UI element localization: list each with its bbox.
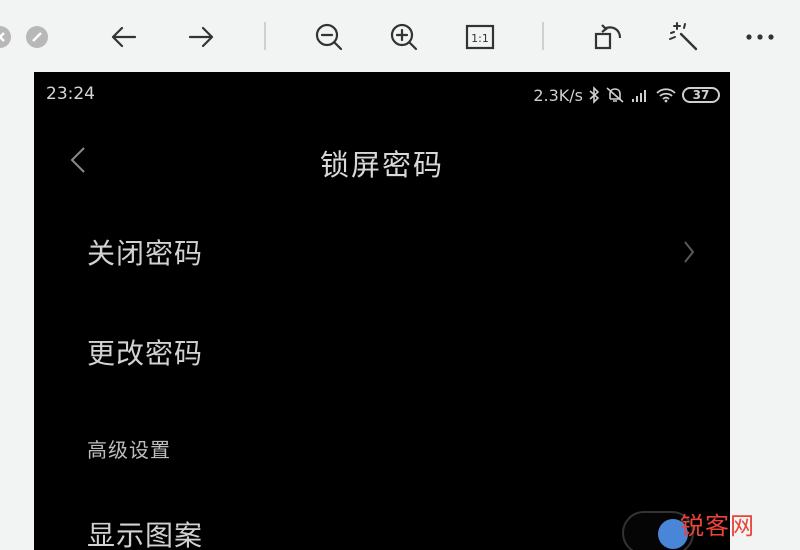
bluetooth-icon [589, 86, 600, 104]
actual-size-button[interactable]: 1:1 [463, 20, 497, 54]
section-title-advanced: 高级设置 [87, 438, 171, 462]
toolbar-divider [264, 22, 266, 50]
network-speed: 2.3K/s [533, 85, 583, 105]
list-item-close-password[interactable]: 关闭密码 [34, 212, 730, 290]
battery-level: 37 [692, 88, 710, 102]
magic-wand-icon [669, 22, 698, 51]
back-arrow-button[interactable] [107, 20, 141, 54]
signal-icon [632, 90, 646, 102]
status-icons: 2.3K/s 37 [533, 84, 720, 106]
close-password-label: 关闭密码 [87, 237, 204, 270]
enhance-button[interactable] [667, 20, 701, 54]
page-title: 锁屏密码 [319, 148, 444, 182]
chevron-right-icon [684, 241, 695, 263]
more-icon [746, 34, 774, 40]
arrow-right-icon [188, 26, 214, 48]
image-viewer-toolbar: 1:1 [0, 0, 800, 72]
rotate-icon [594, 24, 622, 50]
zoom-out-button[interactable] [312, 20, 346, 54]
arrow-left-icon [111, 26, 137, 48]
toolbar-divider [542, 22, 544, 50]
mute-icon [606, 87, 624, 103]
watermark: 锐客网 [680, 512, 755, 540]
forward-arrow-button[interactable] [184, 20, 218, 54]
status-time: 23:24 [46, 84, 95, 104]
battery-icon: 37 [682, 87, 720, 103]
actual-size-icon: 1:1 [465, 24, 495, 50]
minimize-window-icon[interactable] [26, 26, 48, 48]
zoom-out-icon [315, 23, 343, 51]
actual-size-label: 1:1 [471, 32, 489, 45]
close-window-icon[interactable] [0, 26, 11, 48]
phone-screen: 23:24 2.3K/s 37 锁屏密码 关闭密码 更改密码 高级设置 显示图案 [34, 72, 730, 550]
change-password-label: 更改密码 [87, 337, 204, 370]
more-button[interactable] [742, 20, 778, 54]
show-pattern-label: 显示图案 [87, 519, 204, 550]
zoom-in-button[interactable] [387, 20, 421, 54]
zoom-in-icon [390, 23, 418, 51]
rotate-button[interactable] [592, 20, 626, 54]
wifi-icon [656, 88, 676, 103]
list-item-change-password[interactable]: 更改密码 [34, 312, 730, 390]
